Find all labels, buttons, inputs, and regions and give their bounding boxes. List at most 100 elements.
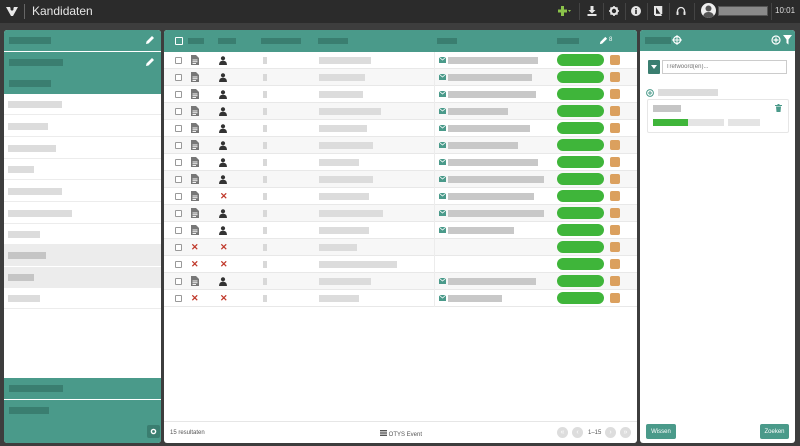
document-icon[interactable] [191,55,199,65]
envelope-icon[interactable] [439,176,446,182]
column-header-photo[interactable] [261,38,301,44]
download-button[interactable] [585,4,599,18]
select-all-checkbox[interactable] [175,37,183,45]
document-icon[interactable] [191,72,199,82]
document-icon[interactable] [191,157,199,167]
table-row[interactable] [164,120,637,137]
envelope-icon[interactable] [439,227,446,233]
tag-badge[interactable] [610,174,620,184]
candidate-name[interactable] [319,57,371,64]
status-badge[interactable] [557,105,604,117]
candidate-email[interactable] [448,57,538,64]
pencil-icon[interactable] [599,36,608,45]
settings-button[interactable] [607,4,621,18]
candidate-name[interactable] [319,295,359,302]
sidebar-item[interactable] [4,116,161,137]
sidebar-settings-button[interactable] [147,425,160,438]
tag-badge[interactable] [610,191,620,201]
candidate-email[interactable] [448,193,534,200]
sidebar-item[interactable] [4,94,161,115]
document-icon[interactable] [191,276,199,286]
table-row[interactable] [164,154,637,171]
row-checkbox[interactable] [175,57,182,64]
prev-page-button[interactable]: ‹ [572,427,583,438]
candidate-name[interactable] [319,142,373,149]
status-badge[interactable] [557,241,604,253]
tag-badge[interactable] [610,259,620,269]
table-row[interactable] [164,137,637,154]
crosshair-icon[interactable] [672,35,682,45]
status-badge[interactable] [557,207,604,219]
candidate-email[interactable] [448,91,536,98]
status-badge[interactable] [557,190,604,202]
column-header-cv[interactable] [188,38,204,44]
row-checkbox[interactable] [175,244,182,251]
manual-button[interactable] [651,4,665,18]
support-button[interactable] [674,4,688,18]
status-badge[interactable] [557,224,604,236]
tag-badge[interactable] [610,106,620,116]
pencil-icon[interactable] [145,57,155,67]
document-icon[interactable] [191,89,199,99]
envelope-icon[interactable] [439,278,446,284]
envelope-icon[interactable] [439,91,446,97]
sidebar-filter-2[interactable] [4,73,161,94]
document-icon[interactable] [191,225,199,235]
envelope-icon[interactable] [439,193,446,199]
tag-badge[interactable] [610,293,620,303]
add-button[interactable] [558,4,572,18]
keyword-input[interactable] [662,60,787,74]
add-circle-icon[interactable] [771,35,781,45]
candidate-name[interactable] [319,244,357,251]
table-row[interactable] [164,103,637,120]
candidate-email[interactable] [448,108,508,115]
status-badge[interactable] [557,275,604,287]
row-checkbox[interactable] [175,125,182,132]
candidate-email[interactable] [448,176,544,183]
tag-badge[interactable] [610,140,620,150]
row-checkbox[interactable] [175,91,182,98]
event-button[interactable]: OTYS Event [380,430,422,438]
sidebar-item[interactable] [4,159,161,180]
status-badge[interactable] [557,156,604,168]
search-mode-dropdown[interactable] [648,60,660,74]
sidebar-footer-item[interactable] [4,378,161,399]
sidebar-footer-item[interactable] [4,400,161,443]
candidate-email[interactable] [448,142,518,149]
candidate-email[interactable] [448,159,538,166]
status-badge[interactable] [557,139,604,151]
candidate-email[interactable] [448,295,502,302]
column-header-type[interactable] [218,38,236,44]
first-page-button[interactable]: « [557,427,568,438]
sidebar-filter-1[interactable] [4,52,161,73]
sidebar-item[interactable] [4,138,161,159]
status-badge[interactable] [557,88,604,100]
document-icon[interactable] [191,106,199,116]
pencil-icon[interactable] [145,35,155,45]
avatar[interactable] [701,3,716,18]
column-header-email[interactable] [437,38,457,44]
envelope-icon[interactable] [439,57,446,63]
row-checkbox[interactable] [175,142,182,149]
row-checkbox[interactable] [175,108,182,115]
candidate-name[interactable] [319,278,371,285]
clear-button[interactable]: Wissen [646,424,676,439]
document-icon[interactable] [191,191,199,201]
candidate-name[interactable] [319,210,383,217]
candidate-email[interactable] [448,278,536,285]
candidate-name[interactable] [319,159,359,166]
candidate-name[interactable] [319,176,373,183]
document-icon[interactable] [191,140,199,150]
table-row[interactable] [164,86,637,103]
envelope-icon[interactable] [439,295,446,301]
row-checkbox[interactable] [175,227,182,234]
envelope-icon[interactable] [439,210,446,216]
candidate-name[interactable] [319,91,363,98]
envelope-icon[interactable] [439,159,446,165]
tag-badge[interactable] [610,123,620,133]
candidate-name[interactable] [319,227,369,234]
user-name[interactable] [718,6,768,16]
tag-badge[interactable] [610,89,620,99]
row-checkbox[interactable] [175,176,182,183]
status-badge[interactable] [557,71,604,83]
